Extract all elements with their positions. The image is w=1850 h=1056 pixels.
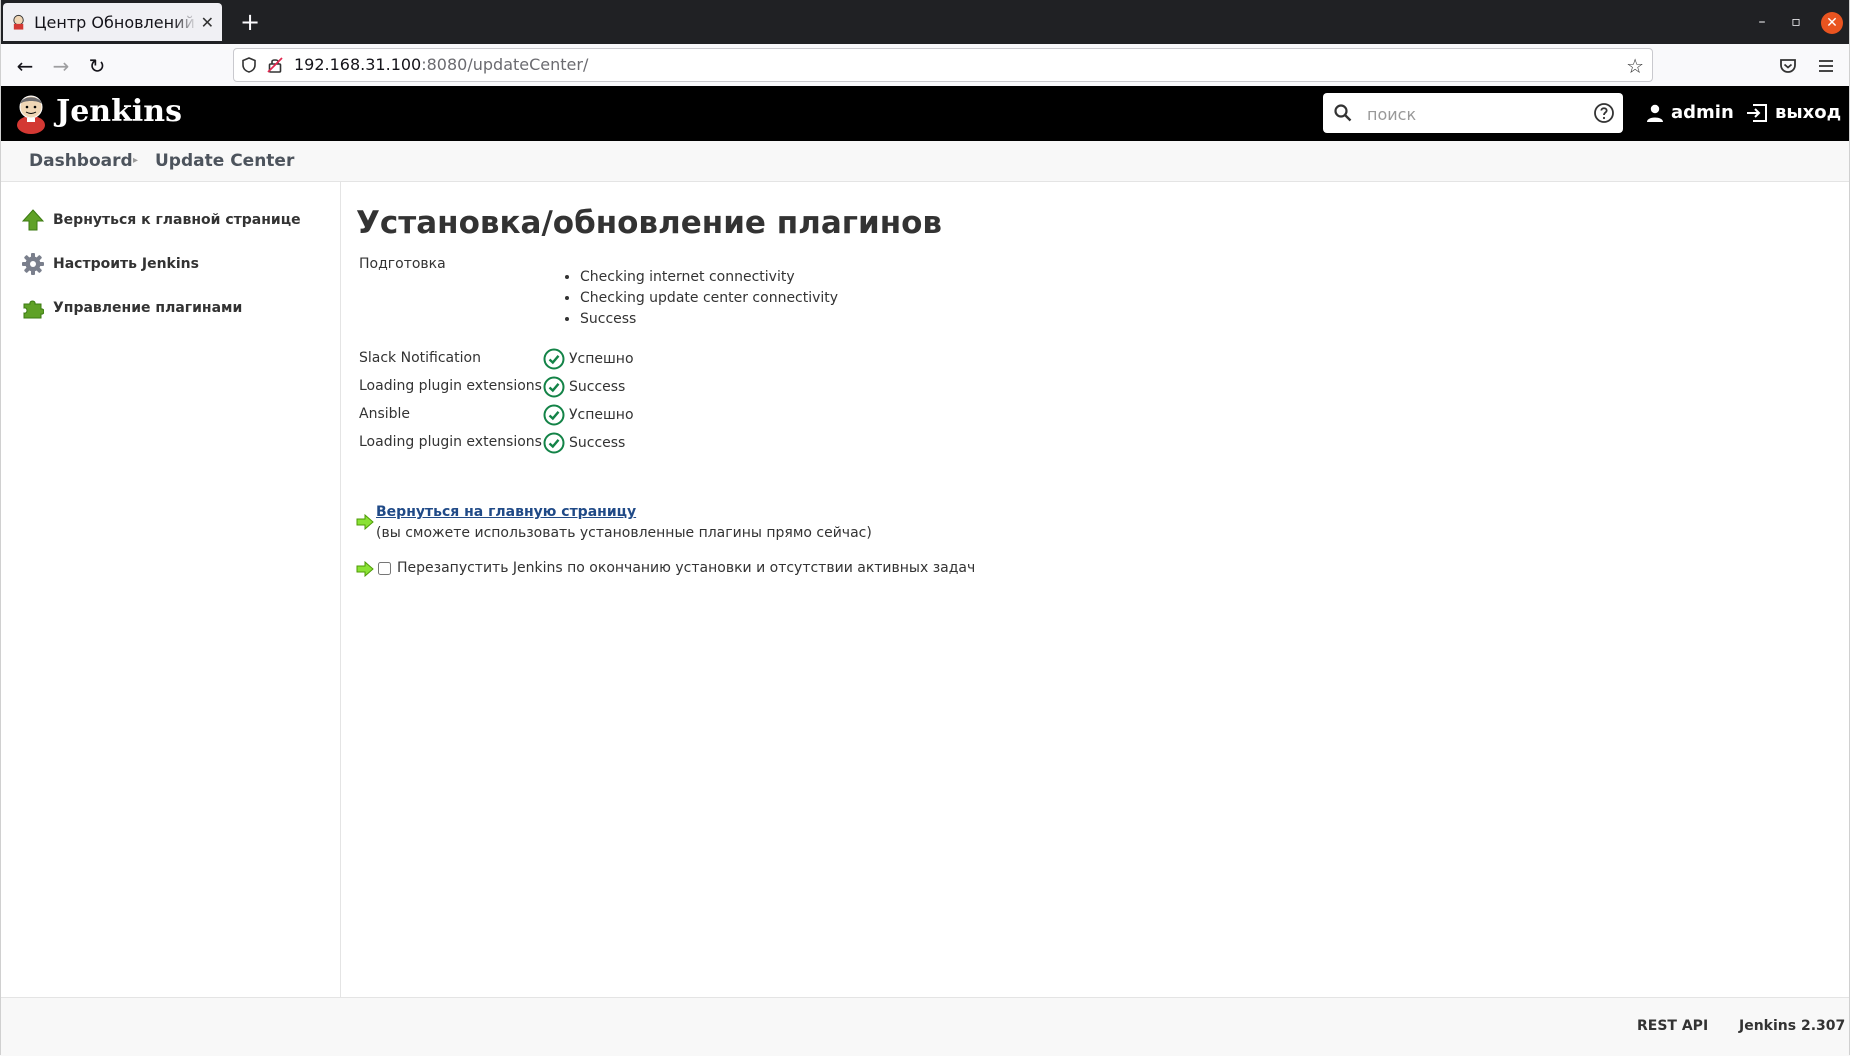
sidebar: Вернуться к главной странице Настроить J… xyxy=(0,181,341,997)
rest-api-link[interactable]: REST API xyxy=(1637,1018,1708,1034)
list-item: Checking internet connectivity xyxy=(580,267,838,288)
jenkins-header: Jenkins admin выход xyxy=(0,86,1850,141)
job-name: Loading plugin extensions xyxy=(359,378,542,394)
pocket-icon[interactable] xyxy=(1776,54,1800,78)
sidebar-item-label: Управление плагинами xyxy=(53,300,243,316)
menu-hamburger-icon[interactable] xyxy=(1814,54,1838,78)
sidebar-item-configure-jenkins[interactable]: Настроить Jenkins xyxy=(22,253,199,275)
sidebar-item-label: Вернуться к главной странице xyxy=(53,212,301,228)
jenkins-version-link[interactable]: Jenkins 2.307 xyxy=(1739,1018,1845,1034)
search-icon xyxy=(1334,104,1352,122)
insecure-lock-icon[interactable] xyxy=(266,56,284,74)
user-menu[interactable]: admin xyxy=(1645,102,1734,123)
gear-icon xyxy=(22,253,44,275)
job-name: Slack Notification xyxy=(359,350,481,366)
jenkins-title[interactable]: Jenkins xyxy=(56,94,182,129)
list-item: Checking update center connectivity xyxy=(580,288,838,309)
prep-steps-list: Checking internet connectivity Checking … xyxy=(564,267,838,330)
back-to-dashboard-link[interactable]: Вернуться на главную страницу xyxy=(376,504,636,520)
breadcrumb: Dashboard ▸ Update Center xyxy=(0,141,1850,182)
browser-tab[interactable]: Центр Обновлений [Jenkins] ✕ xyxy=(3,3,222,41)
green-arrow-icon xyxy=(356,561,374,577)
logout-button[interactable]: выход xyxy=(1745,102,1841,123)
page-title: Установка/обновление плагинов xyxy=(356,205,943,241)
search-input[interactable] xyxy=(1365,99,1589,129)
restart-label: Перезапустить Jenkins по окончанию устан… xyxy=(397,560,976,576)
tab-title: Центр Обновлений [Jenkins] xyxy=(34,12,196,32)
sidebar-item-back-to-dashboard[interactable]: Вернуться к главной странице xyxy=(22,209,301,231)
window-close-icon[interactable]: ✕ xyxy=(1821,12,1843,34)
url-text[interactable]: 192.168.31.100:8080/updateCenter/ xyxy=(294,55,588,74)
footer: REST API Jenkins 2.307 xyxy=(0,997,1850,1056)
sidebar-item-label: Настроить Jenkins xyxy=(53,256,199,272)
success-check-icon xyxy=(543,376,565,398)
sidebar-item-manage-plugins[interactable]: Управление плагинами xyxy=(22,297,242,319)
job-name: Loading plugin extensions xyxy=(359,434,542,450)
jenkins-logo-icon[interactable] xyxy=(14,92,48,134)
shield-icon[interactable] xyxy=(240,56,258,74)
help-icon[interactable] xyxy=(1593,102,1615,124)
success-check-icon xyxy=(543,432,565,454)
green-arrow-icon xyxy=(356,514,374,530)
job-status: Успешно xyxy=(543,348,634,370)
puzzle-icon xyxy=(23,300,44,319)
address-bar[interactable]: 192.168.31.100:8080/updateCenter/ ☆ xyxy=(233,48,1653,82)
back-arrow-icon[interactable]: ← xyxy=(12,53,38,79)
breadcrumb-update-center[interactable]: Update Center xyxy=(155,151,294,171)
main-content: Установка/обновление плагинов Подготовка… xyxy=(356,181,1836,991)
minimize-icon[interactable]: – xyxy=(1752,12,1772,32)
user-icon xyxy=(1647,104,1663,122)
jenkins-favicon-icon xyxy=(13,14,24,30)
back-note: (вы сможете использовать установленные п… xyxy=(376,525,872,541)
job-status: Success xyxy=(543,432,625,454)
browser-nav-bar: ← → ↻ 192.168.31.100:8080/updateCenter/ … xyxy=(0,44,1850,87)
tab-close-icon[interactable]: ✕ xyxy=(201,13,214,32)
job-status: Success xyxy=(543,376,625,398)
job-name: Ansible xyxy=(359,406,411,422)
breadcrumb-dashboard[interactable]: Dashboard xyxy=(29,151,133,171)
breadcrumb-separator-icon: ▸ xyxy=(133,155,139,166)
prep-label: Подготовка xyxy=(359,256,446,272)
bookmark-star-icon[interactable]: ☆ xyxy=(1626,54,1644,78)
browser-tab-bar: Центр Обновлений [Jenkins] ✕ + – ▫ ✕ xyxy=(0,0,1850,44)
list-item: Success xyxy=(580,309,838,330)
restore-icon[interactable]: ▫ xyxy=(1786,12,1806,32)
new-tab-button[interactable]: + xyxy=(236,8,264,36)
search-box xyxy=(1323,93,1623,133)
reload-icon[interactable]: ↻ xyxy=(84,53,110,79)
logout-icon xyxy=(1747,103,1767,122)
up-arrow-icon xyxy=(22,209,44,231)
restart-checkbox[interactable] xyxy=(378,561,391,575)
success-check-icon xyxy=(543,404,565,426)
logout-label: выход xyxy=(1775,102,1842,123)
restart-option[interactable]: Перезапустить Jenkins по окончанию устан… xyxy=(378,560,975,576)
success-check-icon xyxy=(543,348,565,370)
job-status: Успешно xyxy=(543,404,634,426)
user-name: admin xyxy=(1671,102,1734,123)
forward-arrow-icon[interactable]: → xyxy=(48,53,74,79)
